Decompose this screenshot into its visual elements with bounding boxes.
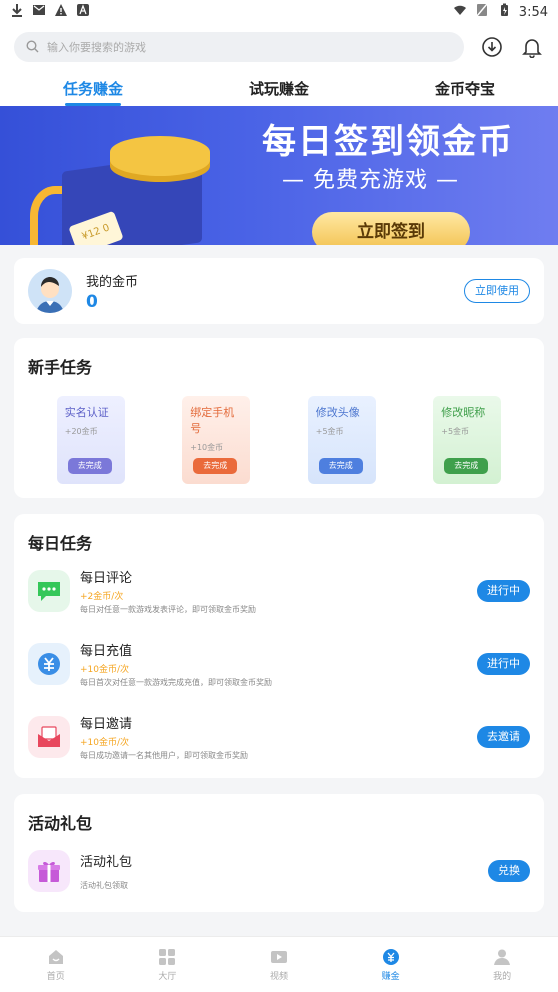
home-icon	[48, 949, 63, 964]
invite-envelope-icon	[28, 715, 70, 758]
banner-subtitle: — 免费充游戏 —	[282, 168, 459, 193]
tab-home[interactable]: 首页	[0, 937, 112, 992]
task-description: 每日首次对任意一款游戏完成充值，即可领取金币奖励	[80, 677, 272, 687]
comment-icon	[28, 569, 70, 612]
tab-label: 首页	[46, 971, 65, 982]
tab-me[interactable]: 我的	[446, 937, 558, 992]
search-input[interactable]	[47, 40, 427, 54]
tab-task-earn[interactable]: 任务赚金	[0, 70, 186, 106]
complete-button[interactable]: 去完成	[193, 458, 238, 474]
task-description: 每日成功邀请一名其他用户，即可领取金币奖励	[80, 750, 248, 760]
avatar[interactable]	[28, 269, 72, 313]
section-title: 每日任务	[28, 534, 93, 553]
tab-hall[interactable]: 大厅	[112, 937, 224, 992]
task-card-reward: +10金币	[190, 443, 224, 452]
download-manager-button[interactable]	[480, 35, 504, 59]
clock-time: 3:54	[518, 4, 548, 20]
bottom-tab-bar: 首页 大厅 视频 赚金 我的	[0, 936, 558, 992]
tab-label: 视频	[269, 971, 288, 982]
task-card-title: 修改头像	[315, 406, 360, 419]
coins-value: 0	[86, 291, 98, 312]
task-name: 每日邀请	[80, 716, 133, 732]
task-card-reward: +5金币	[315, 427, 344, 436]
notifications-button[interactable]	[520, 35, 544, 59]
task-card-bind-phone[interactable]: 绑定手机号 +10金币 去完成	[182, 396, 251, 484]
yuan-coin-icon	[382, 948, 399, 965]
newbie-tasks-card: 新手任务 实名认证 +20金币 去完成 绑定手机号 +10金币 去完成 修改头像…	[14, 338, 544, 498]
wifi-icon	[453, 3, 467, 21]
list-item: 活动礼包 活动礼包领取 兑换	[28, 834, 530, 907]
warning-icon	[54, 3, 68, 21]
list-item: 每日评论 +2金币/次 每日对任意一款游戏发表评论，即可领取金币奖励 进行中	[28, 554, 530, 627]
gift-pack-card: 活动礼包 活动礼包 活动礼包领取 兑换	[14, 794, 544, 912]
task-name: 每日评论	[80, 570, 133, 586]
tab-video[interactable]: 视频	[223, 937, 335, 992]
header-bar	[0, 24, 558, 70]
mail-icon	[32, 3, 46, 21]
task-card-title: 实名认证	[64, 406, 109, 419]
task-card-title: 绑定手机号	[190, 406, 235, 435]
section-title: 新手任务	[28, 358, 93, 377]
gift-name: 活动礼包	[80, 854, 133, 870]
list-item: 每日邀请 +10金币/次 每日成功邀请一名其他用户，即可领取金币奖励 去邀请	[28, 700, 530, 773]
recharge-icon	[28, 642, 70, 685]
daily-tasks-card: 每日任务 每日评论 +2金币/次 每日对任意一款游戏发表评论，即可领取金币奖励 …	[14, 514, 544, 778]
gift-description: 活动礼包领取	[80, 880, 128, 890]
checkin-button[interactable]: 立即签到	[312, 212, 470, 245]
tab-earn[interactable]: 赚金	[335, 937, 447, 992]
task-card-reward: +20金币	[64, 427, 98, 436]
user-avatar-icon	[28, 269, 72, 313]
coins-label: 我的金币	[86, 274, 139, 290]
task-description: 每日对任意一款游戏发表评论，即可领取金币奖励	[80, 604, 256, 614]
list-item: 每日充值 +10金币/次 每日首次对任意一款游戏完成充值，即可领取金币奖励 进行…	[28, 627, 530, 700]
video-icon	[270, 950, 287, 963]
status-bar: 3:54	[0, 0, 558, 24]
tab-label: 赚金	[381, 971, 400, 982]
complete-button[interactable]: 去完成	[67, 458, 112, 474]
use-coins-button[interactable]: 立即使用	[464, 279, 530, 303]
app-notification-icon	[76, 3, 90, 21]
task-name: 每日充值	[80, 643, 133, 659]
section-title: 活动礼包	[28, 814, 93, 833]
grid-icon	[159, 948, 176, 965]
tab-label: 我的	[493, 971, 512, 982]
task-status-button[interactable]: 进行中	[477, 579, 530, 602]
no-sim-icon	[475, 3, 489, 21]
task-card-change-avatar[interactable]: 修改头像 +5金币 去完成	[307, 396, 376, 484]
download-circle-icon	[482, 37, 502, 57]
bell-icon	[522, 39, 542, 58]
person-icon	[494, 949, 511, 965]
tab-coin-treasure[interactable]: 金币夺宝	[372, 70, 558, 106]
task-reward: +2金币/次	[80, 591, 124, 602]
banner-title: 每日签到领金币	[262, 122, 514, 162]
gift-icon	[28, 849, 70, 892]
search-box[interactable]	[14, 32, 465, 62]
task-status-button[interactable]: 进行中	[477, 652, 530, 675]
battery-charging-icon	[497, 3, 511, 21]
tab-label: 大厅	[158, 971, 177, 982]
task-card-change-nickname[interactable]: 修改昵称 +5金币 去完成	[433, 396, 502, 484]
tab-trial-earn[interactable]: 试玩赚金	[186, 70, 372, 106]
download-icon	[10, 3, 24, 21]
redeem-button[interactable]: 兑换	[488, 859, 530, 882]
task-card-reward: +5金币	[441, 427, 470, 436]
my-coins-card: 我的金币 0 立即使用	[14, 258, 544, 324]
top-tabs: 任务赚金 试玩赚金 金币夺宝	[0, 70, 558, 106]
gold-coins-illustration	[110, 136, 210, 176]
task-card-title: 修改昵称	[441, 406, 486, 419]
complete-button[interactable]: 去完成	[444, 458, 489, 474]
task-reward: +10金币/次	[80, 737, 130, 748]
search-icon	[26, 38, 39, 57]
task-card-realname[interactable]: 实名认证 +20金币 去完成	[56, 396, 125, 484]
complete-button[interactable]: 去完成	[318, 458, 363, 474]
invite-button[interactable]: 去邀请	[477, 725, 530, 748]
task-reward: +10金币/次	[80, 664, 130, 675]
checkin-banner[interactable]: ¥12 0 每日签到领金币 — 免费充游戏 — 立即签到	[0, 106, 558, 245]
